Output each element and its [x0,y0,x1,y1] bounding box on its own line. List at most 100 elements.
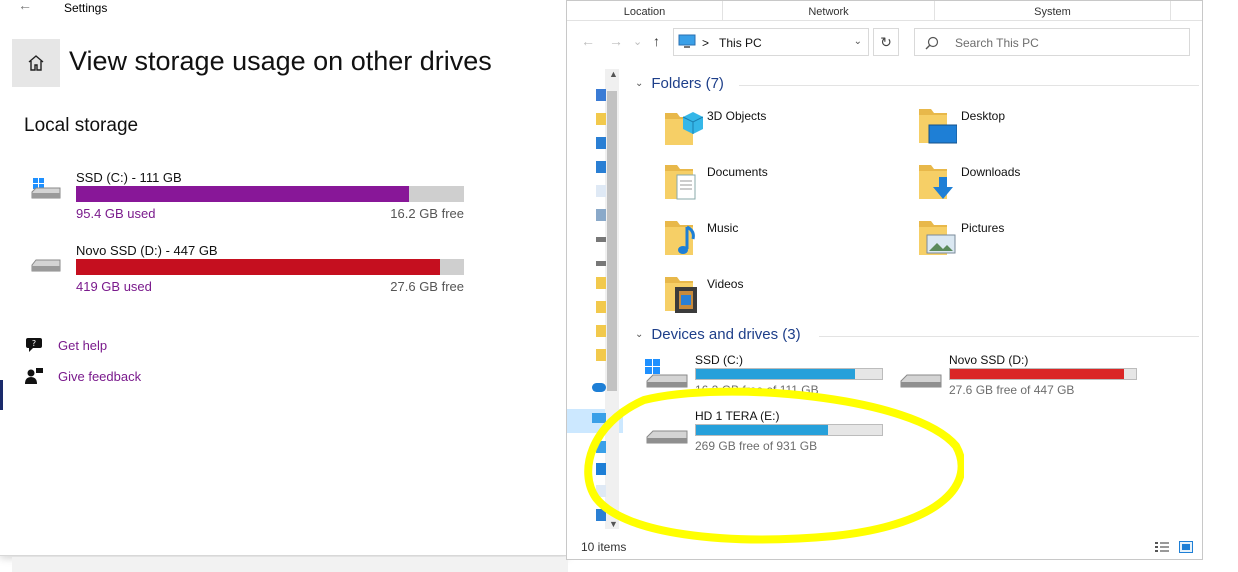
nav-documents-icon[interactable] [596,485,606,497]
background-window-edge [0,380,3,410]
nav-pictures-icon[interactable] [596,209,606,221]
group-divider [819,336,1199,337]
back-arrow-icon[interactable]: ← [581,33,595,49]
drive-e[interactable]: HD 1 TERA (E:) 269 GB free of 931 GB [643,409,903,459]
recent-locations-icon[interactable]: ⌄ [633,35,642,48]
ribbon-system-label[interactable]: System [935,1,1171,20]
nav-downloads-icon[interactable] [596,509,606,521]
ribbon-location-label[interactable]: Location [567,1,723,20]
ribbon-network-label[interactable]: Network [723,1,935,20]
folder-videos[interactable]: Videos [663,273,903,321]
drive-name: HD 1 TERA (E:) [695,409,780,423]
collapse-chevron-icon[interactable]: ⌄ [635,329,643,340]
devices-group-label: Devices and drives (3) [651,326,801,343]
nav-3d-objects-icon[interactable] [596,441,606,453]
search-placeholder: Search This PC [955,36,1039,50]
address-dropdown-icon[interactable]: ⌄ [854,36,862,47]
give-feedback-link[interactable]: Give feedback [24,367,141,385]
home-button[interactable] [12,39,60,87]
usage-bar [76,259,464,275]
address-bar[interactable]: > This PC ⌄ [673,28,869,56]
home-icon [28,55,44,71]
quick-access-icon[interactable] [596,89,606,101]
nav-documents-icon[interactable] [596,185,606,197]
folder-documents[interactable]: Documents [663,161,903,209]
folder-downloads[interactable]: Downloads [917,161,1157,209]
devices-group-header[interactable]: ⌄ Devices and drives (3) [635,326,1199,343]
nav-scrollbar-thumb[interactable] [607,91,617,391]
refresh-button[interactable]: ↻ [873,28,899,56]
back-button[interactable]: ← [18,0,32,13]
folder-pictures[interactable]: Pictures [917,217,1157,265]
nav-desktop-icon[interactable] [596,463,606,475]
refresh-icon: ↻ [880,34,892,50]
scroll-down-icon[interactable]: ▼ [609,519,618,529]
desktop-folder-icon [919,109,957,144]
usage-bar [76,186,464,202]
forward-arrow-icon[interactable]: → [609,33,623,49]
breadcrumb-separator[interactable]: > [702,36,709,50]
search-input[interactable]: Search This PC [914,28,1190,56]
folder-music[interactable]: Music [663,217,903,265]
3d-objects-folder-icon [665,112,703,145]
file-explorer-window: Location Network System ← → ⌄ ↑ > This P… [566,0,1203,560]
usage-bar [695,368,883,380]
free-space-label: 269 GB free of 931 GB [695,439,818,453]
folder-name: Music [707,221,739,235]
nav-downloads-icon[interactable] [596,161,606,173]
folder-name: Documents [707,165,768,179]
details-view-icon[interactable] [1155,541,1169,553]
windows-drive-icon [645,359,688,388]
nav-drive-icon[interactable] [596,237,606,242]
breadcrumb: > This PC [702,36,762,50]
documents-folder-icon [665,165,696,200]
storage-drive-c[interactable]: SSD (C:) - 111 GB 95.4 GB used 16.2 GB f… [24,170,468,226]
folder-name: Pictures [961,221,1005,235]
music-folder-icon [665,221,695,255]
folder-name: Downloads [961,165,1021,179]
content-pane: ⌄ Folders (7) 3D Objects Desktop Documen… [623,61,1203,531]
address-bar-row: ← → ⌄ ↑ > This PC ⌄ ↻ Search This PC [567,25,1202,61]
collapse-chevron-icon[interactable]: ⌄ [635,78,643,89]
onedrive-icon[interactable] [592,383,606,392]
folder-name: Videos [707,277,744,291]
get-help-link[interactable]: ? Get help [24,336,107,354]
navigation-pane[interactable]: ▲ ▼ [567,61,623,531]
scroll-up-icon[interactable]: ▲ [609,69,618,79]
downloads-folder-icon [919,165,953,199]
folder-name: 3D Objects [707,109,767,123]
used-label: 419 GB used [76,279,152,294]
nav-desktop-icon[interactable] [596,137,606,149]
nav-folder-icon[interactable] [596,301,606,313]
nav-folder-icon[interactable] [596,349,606,361]
nav-this-pc-icon[interactable] [592,413,606,423]
free-label: 16.2 GB free [390,206,464,221]
windows-drive-icon [31,178,61,199]
usage-bar [695,424,883,436]
usage-bar [949,368,1137,380]
storage-drive-d[interactable]: Novo SSD (D:) - 447 GB 419 GB used 27.6 … [24,243,468,299]
usage-bar-fill [76,186,410,202]
large-icons-view-icon[interactable] [1179,541,1193,553]
item-count: 10 items [581,540,627,554]
ribbon-group-labels: Location Network System [567,1,1202,21]
drive-d[interactable]: Novo SSD (D:) 27.6 GB free of 447 GB [897,353,1157,403]
usage-bar-fill [950,369,1125,379]
drive-name: Novo SSD (D:) - 447 GB [76,243,218,258]
nav-folder-icon[interactable] [596,325,606,337]
nav-folder-icon[interactable] [596,113,606,125]
settings-window: ← Settings View storage usage on other d… [0,0,568,556]
this-pc-icon [678,34,696,48]
videos-folder-icon [665,277,697,313]
nav-drive-icon[interactable] [596,261,606,266]
folder-name: Desktop [961,109,1006,123]
drive-c[interactable]: SSD (C:) 16.2 GB free of 111 GB [643,353,903,403]
nav-folder-icon[interactable] [596,277,606,289]
folder-3d-objects[interactable]: 3D Objects [663,105,903,153]
folders-group-header[interactable]: ⌄ Folders (7) [635,75,1199,92]
folder-desktop[interactable]: Desktop [917,105,1157,153]
breadcrumb-this-pc[interactable]: This PC [719,36,762,50]
usage-bar-fill [696,369,855,379]
group-divider [739,85,1199,86]
up-arrow-icon[interactable]: ↑ [653,33,660,49]
